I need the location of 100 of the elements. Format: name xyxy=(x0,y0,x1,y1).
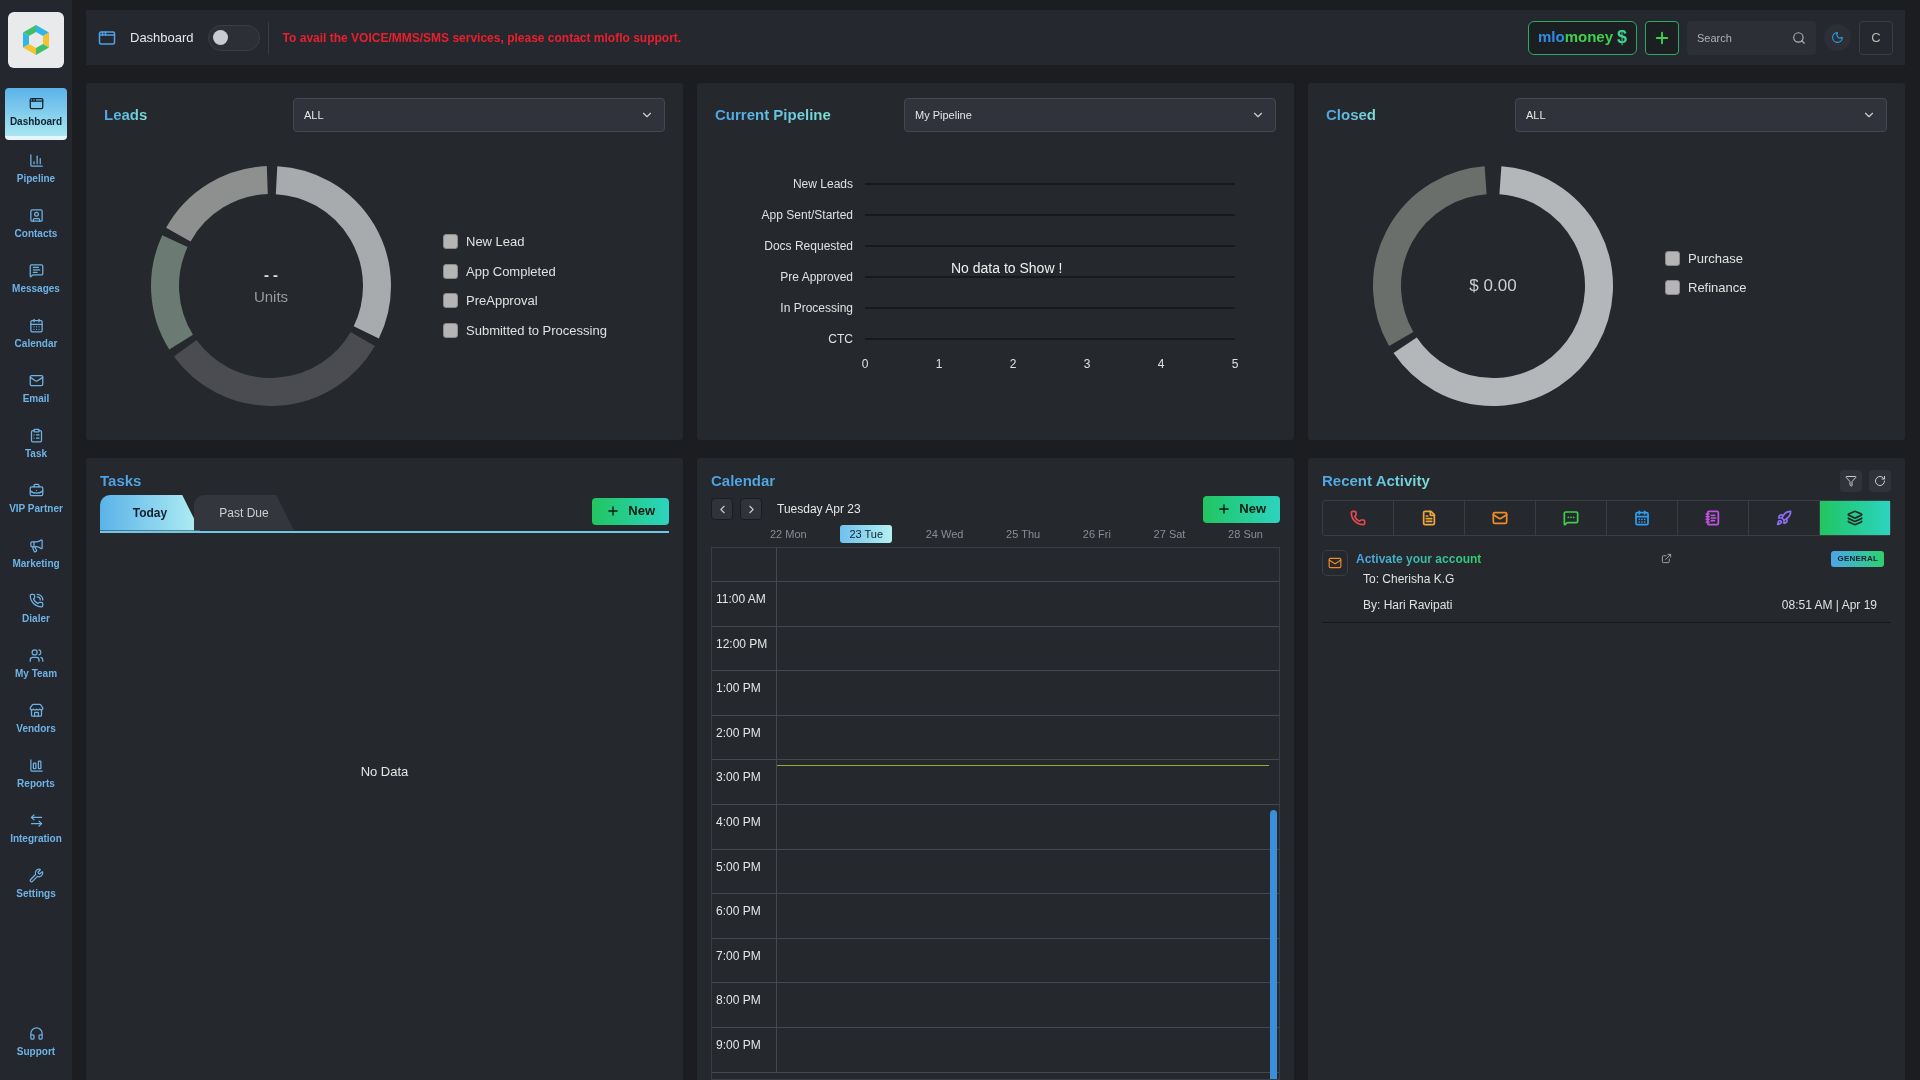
recipient-text: To: Cherisha K.G xyxy=(1363,570,1456,588)
filter-dropdown[interactable]: My Pipeline xyxy=(904,98,1276,132)
sidebar-item[interactable]: Messages xyxy=(5,253,67,305)
contact-card-icon xyxy=(28,207,44,223)
toggle-switch[interactable] xyxy=(207,24,260,51)
filter-button[interactable] xyxy=(1840,470,1862,493)
phone-icon xyxy=(28,592,44,608)
day-tab[interactable]: 24 Wed xyxy=(916,524,973,543)
refresh-button[interactable] xyxy=(1869,470,1891,493)
sidebar-item[interactable]: Integration xyxy=(5,803,67,855)
time-label: 8:00 PM xyxy=(716,993,761,1008)
task-tab[interactable]: Past Due xyxy=(194,494,294,531)
brand-badge[interactable]: mlomoney $ xyxy=(1527,20,1637,55)
legend-label: Purchase xyxy=(1688,249,1743,268)
time-label: 5:00 PM xyxy=(716,859,761,874)
filter-dropdown[interactable]: ALL xyxy=(293,98,665,132)
new-button[interactable]: New xyxy=(592,497,669,525)
category-label: Pre Approved xyxy=(780,270,853,284)
time-label: 1:00 PM xyxy=(716,681,761,696)
day-tab[interactable]: 25 Thu xyxy=(997,524,1050,543)
arrows-icon xyxy=(28,812,44,828)
day-tab[interactable]: 22 Mon xyxy=(761,524,816,543)
legend-swatch xyxy=(443,322,458,338)
day-tab[interactable]: 28 Sun xyxy=(1219,524,1272,543)
wrench-icon xyxy=(28,867,44,883)
search-icon xyxy=(1792,30,1806,45)
sidebar-item[interactable]: Dialer xyxy=(5,583,67,635)
current-date: Tuesday Apr 23 xyxy=(777,501,861,518)
bar-chart-icon xyxy=(28,757,44,773)
sidebar-item[interactable]: Task xyxy=(5,418,67,470)
plus-icon xyxy=(606,504,621,518)
day-tab[interactable]: 26 Fri xyxy=(1073,524,1120,543)
sidebar-item[interactable]: VIP Partner xyxy=(5,473,67,525)
legend-label: New Lead xyxy=(466,233,525,251)
time-label: 2:00 PM xyxy=(716,725,761,740)
time-label: 9:00 PM xyxy=(716,1037,761,1052)
previous-button[interactable] xyxy=(711,498,733,520)
sidebar-item[interactable]: Pipeline xyxy=(5,143,67,195)
day-tab[interactable]: 27 Sat xyxy=(1144,524,1195,543)
legend-label: App Completed xyxy=(466,262,556,281)
legend-swatch xyxy=(443,293,458,309)
axis-tick-label: 5 xyxy=(1231,357,1239,371)
sidebar-item[interactable]: Email xyxy=(5,363,67,415)
empty-message: No data to Show ! xyxy=(951,259,1063,278)
scrollbar[interactable] xyxy=(1270,810,1277,1079)
users-icon xyxy=(28,647,44,663)
sidebar-item[interactable]: Calendar xyxy=(5,308,67,360)
legend-swatch xyxy=(1665,280,1680,296)
legend-label: Refinance xyxy=(1688,279,1747,297)
axis-tick-label: 3 xyxy=(1083,357,1091,371)
mail-icon xyxy=(1328,555,1342,570)
sidebar-item[interactable]: Vendors xyxy=(5,693,67,745)
activity-filter-tab[interactable] xyxy=(1820,500,1890,535)
search-field[interactable]: Search xyxy=(1687,20,1816,55)
plus-icon xyxy=(1217,502,1232,516)
timestamp: 08:51 AM | Apr 19 xyxy=(1781,596,1877,614)
filter-icon xyxy=(1845,475,1857,488)
message-icon xyxy=(28,262,44,278)
category-label: In Processing xyxy=(780,301,853,315)
category-tag: GENERAL xyxy=(1831,550,1884,567)
external-link-icon[interactable] xyxy=(1661,553,1673,564)
category-label: Docs Requested xyxy=(764,239,853,253)
headset-icon xyxy=(28,1025,44,1041)
day-tab[interactable]: 23 Tue xyxy=(840,524,892,543)
time-label: 11:00 AM xyxy=(716,592,766,606)
author-text: By: Hari Ravipati xyxy=(1363,596,1453,614)
add-button[interactable] xyxy=(1645,20,1679,55)
category-label: App Sent/Started xyxy=(761,208,853,222)
axis-tick-label: 2 xyxy=(1009,357,1017,371)
sidebar-item[interactable]: Reports xyxy=(5,748,67,800)
sidebar-item[interactable]: Support xyxy=(5,1022,67,1062)
time-label: 7:00 PM xyxy=(716,948,761,963)
new-button[interactable]: New xyxy=(1203,495,1280,523)
category-label: New Leads xyxy=(792,177,853,191)
sidebar-item[interactable]: Contacts xyxy=(5,198,67,250)
theme-button[interactable] xyxy=(1824,24,1851,51)
moon-icon xyxy=(1831,31,1844,44)
legend-label: PreApproval xyxy=(466,292,538,310)
time-label: 4:00 PM xyxy=(716,814,761,829)
time-label: 12:00 PM xyxy=(716,636,768,651)
profile-button[interactable]: C xyxy=(1859,20,1893,55)
center-label: Units xyxy=(253,287,289,307)
time-label: 6:00 PM xyxy=(716,904,761,919)
activity-item[interactable]: Activate your account GENERAL To: Cherisha K.G By: Hari Ravipati 08:51 AM | Apr 19 xyxy=(1322,549,1891,623)
center-value: - - xyxy=(263,264,279,285)
clipboard-icon xyxy=(28,427,44,443)
legend-swatch xyxy=(443,263,458,279)
refresh-icon xyxy=(1874,475,1886,488)
sidebar-item[interactable]: Marketing xyxy=(5,528,67,580)
sidebar-item[interactable]: Dashboard xyxy=(5,88,67,140)
next-button[interactable] xyxy=(740,498,762,520)
legend-swatch xyxy=(1665,250,1680,266)
axis-tick-label: 0 xyxy=(861,357,869,371)
legend-swatch xyxy=(443,234,458,250)
service-notice: To avail the VOICE/MMS/SMS services, please contact mloflo support. xyxy=(282,29,682,47)
filter-dropdown[interactable]: ALL xyxy=(1515,98,1887,132)
calendar-icon xyxy=(28,317,44,333)
page-title: Dashboard xyxy=(130,28,194,47)
sidebar-item[interactable]: My Team xyxy=(5,638,67,690)
sidebar-item[interactable]: Settings xyxy=(5,858,67,910)
